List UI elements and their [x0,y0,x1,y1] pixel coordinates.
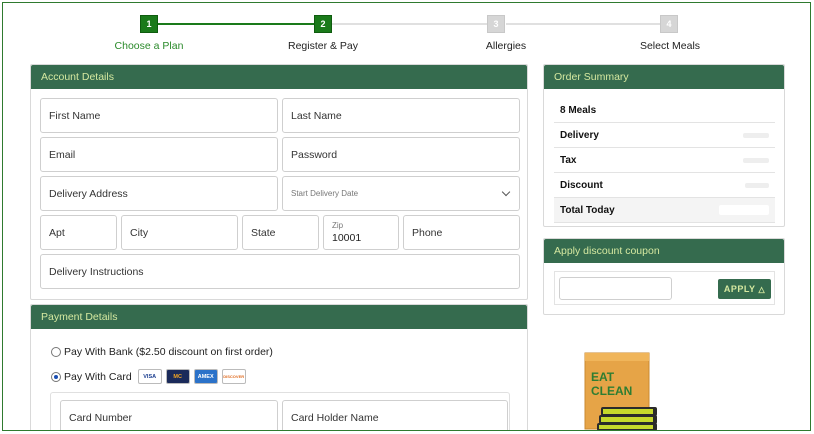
account-details-panel: Account Details First Name Last Name Ema… [30,64,528,300]
step-2-marker[interactable]: 2 [314,15,332,33]
summary-label-total: Total Today [560,204,615,216]
pay-with-bank-radio[interactable] [51,347,61,357]
eat-clean-box-image: EAT CLEAN [579,351,671,430]
card-holder-name-field[interactable]: Card Holder Name [282,400,508,430]
account-details-header: Account Details [31,65,527,89]
mastercard-logo-icon: MC [165,369,190,384]
card-number-field[interactable]: Card Number [60,400,278,430]
amex-logo-icon: AMEX [193,369,218,384]
apply-coupon-button[interactable]: APPLY △ [718,279,771,299]
summary-row-meals: 8 Meals [554,98,775,123]
start-delivery-date-label: Start Delivery Date [291,189,359,198]
email-field[interactable]: Email [40,137,278,172]
progress-stepper: 1 2 3 4 Choose a Plan Register & Pay All… [3,3,810,59]
coupon-panel: Apply discount coupon APPLY △ [543,238,785,315]
redacted-value [719,205,769,215]
summary-row-tax: Tax [554,148,775,173]
phone-field[interactable]: Phone [403,215,520,250]
step-2-label[interactable]: Register & Pay [253,40,393,52]
order-summary-header: Order Summary [544,65,784,89]
checkout-frame: 1 2 3 4 Choose a Plan Register & Pay All… [2,2,811,431]
step-1-label[interactable]: Choose a Plan [79,40,219,52]
summary-label-meals: 8 Meals [560,104,597,116]
chevron-down-icon [501,187,511,197]
step-4-label: Select Meals [639,40,701,52]
coupon-input[interactable] [559,277,672,300]
payment-details-panel: Payment Details Pay With Bank ($2.50 dis… [30,304,528,430]
state-field[interactable]: State [242,215,319,250]
tag-icon: △ [758,284,766,294]
start-delivery-date-select[interactable]: Start Delivery Date [282,176,520,211]
order-summary-panel: Order Summary 8 Meals Delivery Tax Disco… [543,64,785,227]
zip-label: Zip [332,221,344,230]
redacted-value [745,183,769,188]
pay-with-card-radio[interactable] [51,371,61,382]
pay-with-bank-label: Pay With Bank ($2.50 discount on first o… [64,346,273,358]
step-connector-3 [506,23,662,25]
delivery-instructions-field[interactable]: Delivery Instructions [40,254,520,289]
redacted-value [743,133,769,138]
visa-logo-icon: VISA [137,369,162,384]
last-name-field[interactable]: Last Name [282,98,520,133]
apply-button-label: APPLY [723,284,756,294]
zip-field[interactable]: Zip 10001 [323,215,399,250]
pay-with-bank-option[interactable]: Pay With Bank ($2.50 discount on first o… [51,346,273,358]
brand-line1: EAT [591,370,615,384]
payment-details-header: Payment Details [31,305,527,329]
summary-row-total: Total Today [554,198,775,223]
brand-line2: CLEAN [591,384,632,398]
summary-row-discount: Discount [554,173,775,198]
first-name-field[interactable]: First Name [40,98,278,133]
summary-label-tax: Tax [560,154,577,166]
summary-row-delivery: Delivery [554,123,775,148]
step-connector-1 [158,23,323,25]
step-4-marker: 4 [660,15,678,33]
discover-logo-icon: DISCOVER [221,369,246,384]
card-form-box: Card Number Card Holder Name [50,392,510,430]
pay-with-card-label: Pay With Card [64,370,132,383]
step-3-marker: 3 [487,15,505,33]
step-1-marker[interactable]: 1 [140,15,158,33]
pay-with-card-option[interactable]: Pay With Card VISA MC AMEX DISCOVER [51,369,246,384]
coupon-header: Apply discount coupon [544,239,784,263]
summary-label-delivery: Delivery [560,129,599,141]
redacted-value [743,158,769,163]
step-connector-2 [332,23,487,25]
delivery-address-field[interactable]: Delivery Address [40,176,278,211]
step-3-label: Allergies [485,40,527,52]
summary-label-discount: Discount [560,179,603,191]
city-field[interactable]: City [121,215,238,250]
apt-field[interactable]: Apt [40,215,117,250]
password-field[interactable]: Password [282,137,520,172]
zip-value: 10001 [332,232,362,244]
